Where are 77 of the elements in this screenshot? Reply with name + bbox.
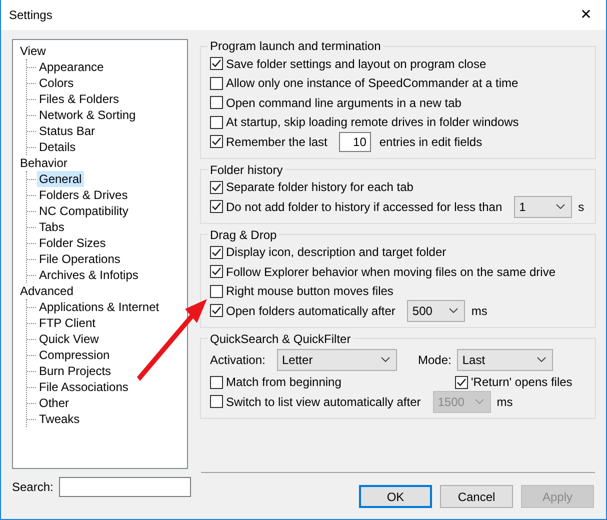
checkbox[interactable] [210, 76, 223, 90]
tree-item[interactable]: File Associations [37, 379, 130, 395]
group-title: Drag & Drop [209, 228, 278, 242]
tree-item[interactable]: Quick View [37, 331, 101, 347]
checkbox[interactable] [210, 57, 223, 70]
search-label: Search: [12, 480, 54, 494]
option-label: 'Return' opens files [471, 375, 572, 390]
unit-label: s [578, 200, 584, 214]
dropdown[interactable]: Last [457, 348, 554, 370]
tree-item[interactable]: Behavior [18, 156, 70, 170]
tree-item[interactable]: NC Compatibility [37, 203, 130, 219]
option-label: At startup, skip loading remote drives in folder windows [226, 115, 519, 130]
dropdown[interactable]: 1 [514, 196, 572, 218]
group-title: QuickSearch & QuickFilter [209, 332, 352, 346]
checkbox[interactable] [210, 376, 223, 389]
option-label: Match from beginning [226, 375, 342, 390]
tree-item[interactable]: Burn Projects [37, 363, 114, 379]
checkbox[interactable] [210, 135, 223, 148]
option-label: Right mouse button moves files [226, 284, 394, 298]
option-label: Remember the last [226, 134, 328, 149]
dialog-button[interactable]: OK [359, 485, 432, 508]
tree-item[interactable]: Folders & Drives [37, 187, 130, 203]
unit-label: entries in edit fields [379, 134, 482, 149]
tree-item[interactable]: View [18, 44, 48, 58]
group-title: Program launch and termination [209, 39, 382, 53]
tree-item[interactable]: Compression [37, 347, 112, 363]
tree-item[interactable]: Files & Folders [37, 91, 122, 107]
tree-item[interactable]: FTP Client [37, 315, 98, 331]
tree-item[interactable]: Archives & Infotips [37, 267, 140, 283]
checkbox[interactable] [455, 376, 468, 389]
unit-label: ms [496, 394, 513, 409]
tree-item[interactable]: File Operations [37, 251, 122, 267]
checkbox[interactable] [210, 284, 223, 298]
checkbox[interactable] [210, 200, 223, 214]
checkbox[interactable] [210, 304, 223, 318]
tree-item[interactable]: Status Bar [37, 123, 98, 139]
window-title: Settings [9, 8, 52, 22]
option-label: Open command line arguments in a new tab [226, 96, 462, 110]
tree-item[interactable]: Applications & Internet [37, 299, 162, 315]
tree-item[interactable]: Tabs [37, 219, 66, 235]
chevron-down-icon [556, 204, 566, 210]
tree-item[interactable]: Details [37, 139, 78, 155]
unit-label: ms [471, 304, 488, 318]
chevron-down-icon [449, 308, 458, 314]
tree-item[interactable]: Advanced [18, 284, 76, 298]
tree-item[interactable]: Tweaks [37, 411, 82, 427]
option-label: Display icon, description and target folder [226, 245, 446, 260]
tree-item[interactable]: Other [37, 395, 72, 411]
group-title: Folder history [209, 162, 284, 176]
checkbox[interactable] [210, 116, 223, 129]
number-field[interactable]: 10 [339, 132, 372, 152]
dropdown[interactable]: 500 [407, 300, 466, 322]
option-label: Separate folder history for each tab [226, 180, 414, 194]
tree-item[interactable]: Network & Sorting [37, 107, 138, 123]
tree-item[interactable]: Appearance [37, 59, 106, 75]
chevron-down-icon [381, 357, 390, 362]
option-label: Allow only one instance of SpeedCommander at a time [226, 76, 518, 90]
tree-item[interactable]: Colors [37, 75, 76, 91]
tree-item[interactable]: Folder Sizes [37, 235, 108, 251]
option-label: Follow Explorer behavior when moving files on the same drive [226, 264, 556, 279]
search-field[interactable] [59, 477, 192, 497]
close-button[interactable]: ✕ [566, 0, 606, 30]
option-label: Do not add folder to history if accessed for less than [226, 200, 502, 214]
option-label: Save folder settings and layout on program close [226, 56, 486, 71]
dropdown[interactable]: Letter [277, 348, 397, 370]
field-label: Mode: [418, 352, 452, 366]
checkbox[interactable] [210, 96, 223, 110]
option-label: Open folders automatically after [226, 304, 396, 318]
dialog-button[interactable]: Cancel [440, 485, 513, 508]
field-label: Activation: [210, 352, 266, 366]
option-label: Switch to list view automatically after [226, 394, 421, 409]
checkbox[interactable] [210, 246, 223, 259]
checkbox[interactable] [210, 265, 223, 278]
chevron-down-icon [537, 357, 546, 362]
chevron-down-icon [474, 399, 484, 404]
checkbox[interactable] [210, 180, 223, 194]
tree-item[interactable]: General [37, 171, 84, 187]
